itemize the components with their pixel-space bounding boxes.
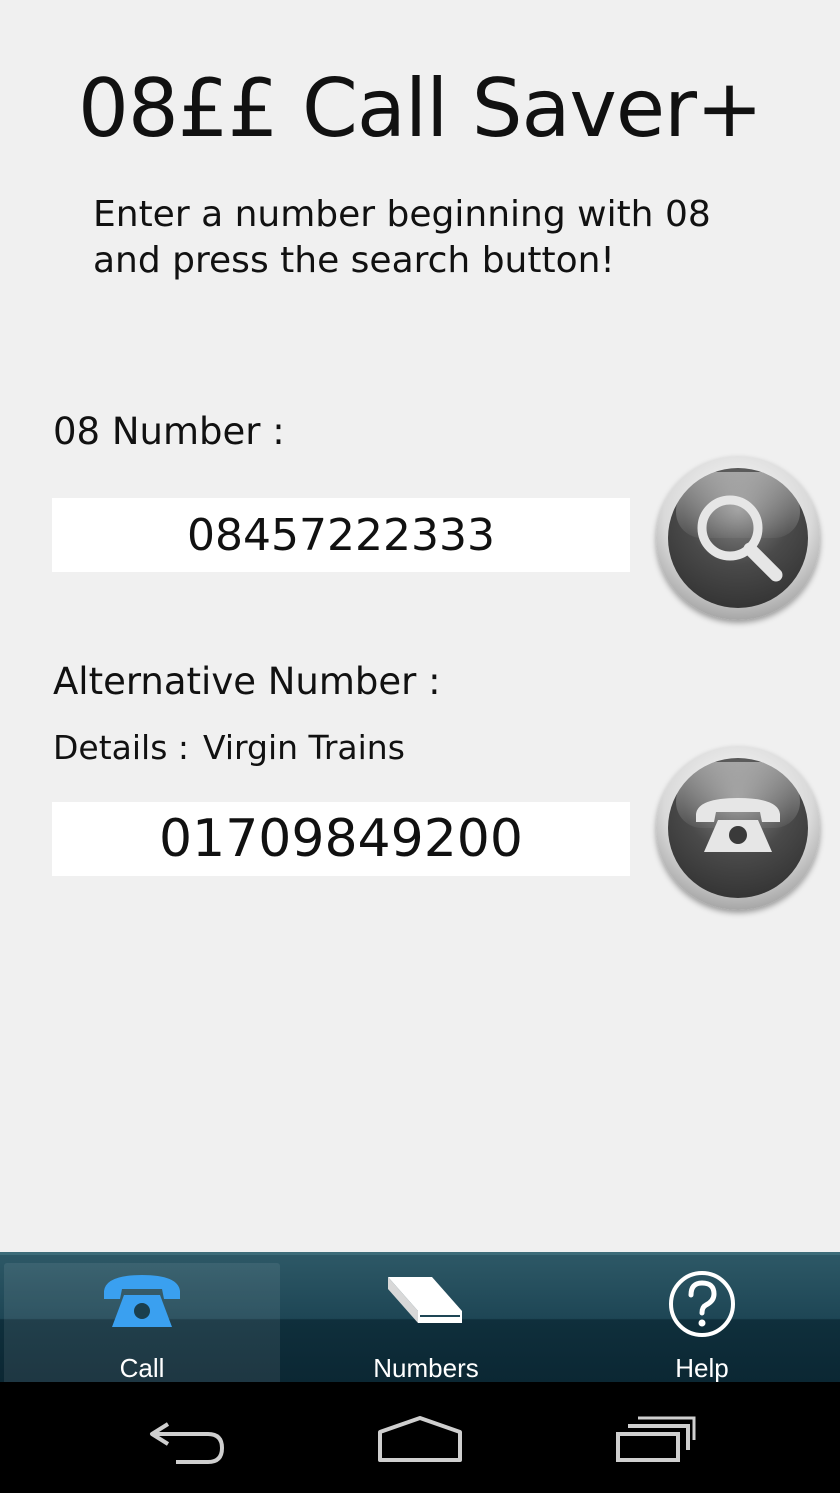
tab-help-label: Help (675, 1353, 729, 1383)
back-icon[interactable] (146, 1412, 228, 1468)
instructions-line-1: Enter a number beginning with 08 (93, 194, 711, 235)
app-title: 08££ Call Saver+ (77, 62, 763, 155)
08-number-label: 08 Number : (53, 410, 285, 453)
tab-call[interactable]: Call (4, 1263, 280, 1383)
home-icon[interactable] (376, 1412, 464, 1468)
alternative-number-label: Alternative Number : (53, 660, 441, 703)
search-button[interactable] (656, 456, 820, 620)
instructions-line-2: and press the search button! (93, 240, 615, 281)
phone-icon (696, 798, 780, 852)
tab-call-label: Call (119, 1353, 165, 1383)
alternative-number-display: 01709849200 (52, 802, 630, 876)
tab-bar: Call Numbers Help (0, 1252, 840, 1383)
instructions: Enter a number beginning with 08 and pre… (93, 192, 793, 284)
system-nav-bar (0, 1382, 840, 1493)
call-button[interactable] (656, 746, 820, 910)
book-icon (388, 1277, 462, 1323)
details-label: Details : (53, 728, 190, 767)
tab-numbers[interactable]: Numbers (288, 1255, 564, 1383)
08-number-input[interactable] (52, 498, 630, 572)
details-row: Details : Virgin Trains (53, 728, 405, 767)
magnifier-icon (697, 495, 783, 582)
help-icon (669, 1271, 735, 1337)
tab-numbers-label: Numbers (373, 1353, 479, 1383)
recent-apps-icon[interactable] (614, 1412, 698, 1468)
tab-help[interactable]: Help (564, 1255, 840, 1383)
details-value: Virgin Trains (203, 728, 405, 767)
phone-icon (104, 1275, 180, 1327)
